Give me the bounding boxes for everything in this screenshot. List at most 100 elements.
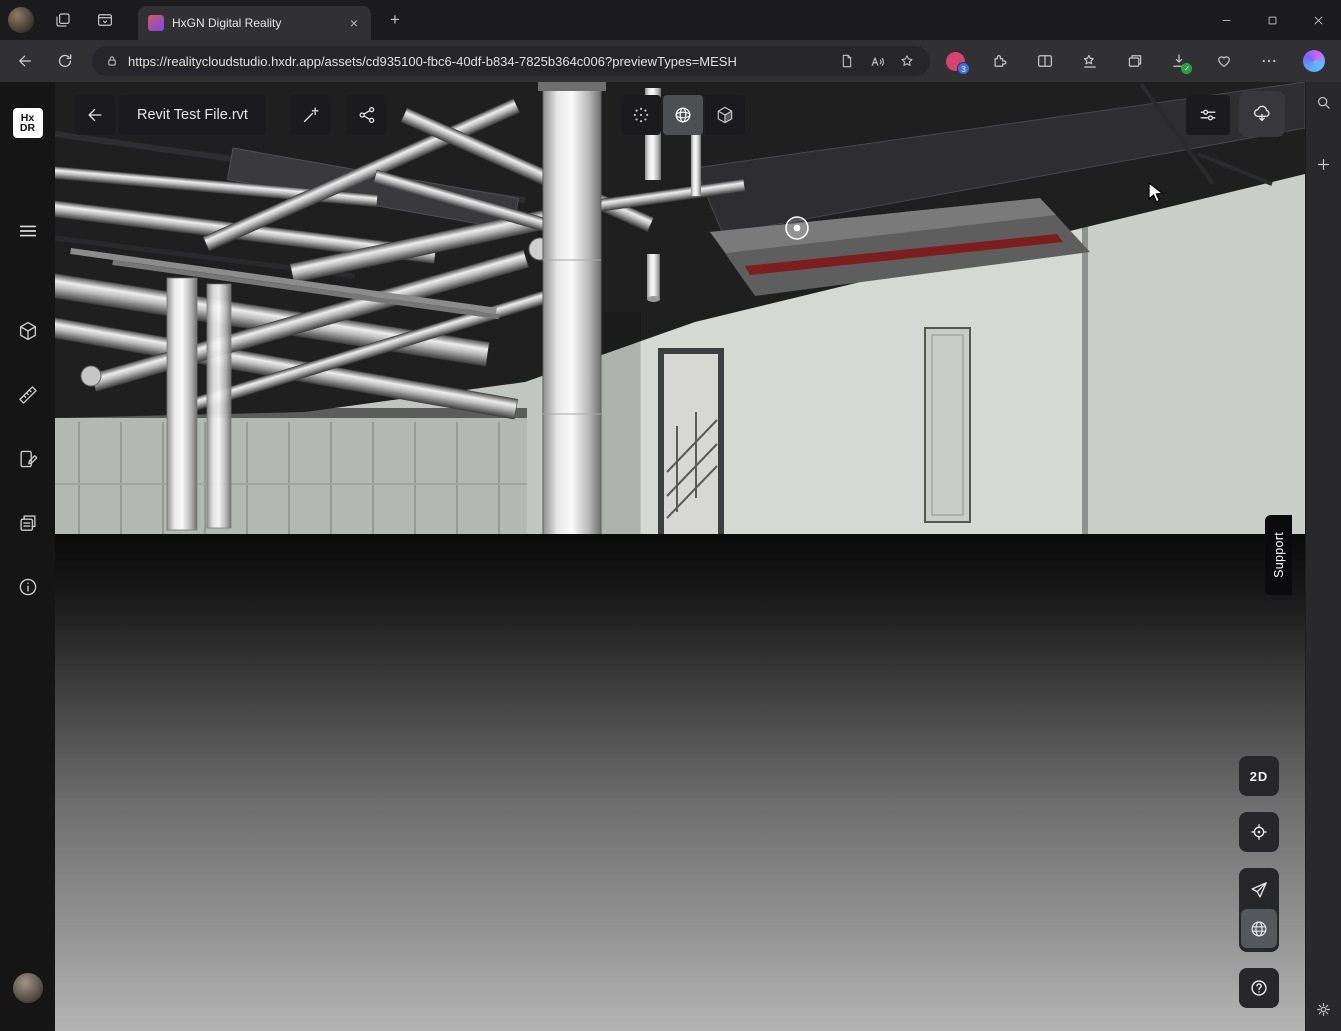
gear-icon <box>1315 1001 1332 1018</box>
favorite-star-button[interactable] <box>892 48 922 74</box>
info-icon <box>17 576 39 598</box>
view-mode-toggle <box>621 95 745 135</box>
hxdr-logo[interactable]: Hx DR <box>13 108 43 138</box>
textured-cube-icon <box>715 105 735 125</box>
page-actions-button[interactable] <box>832 48 862 74</box>
read-aloud-button[interactable] <box>862 48 892 74</box>
support-tab[interactable]: Support <box>1265 515 1292 595</box>
rewards-extension-button[interactable]: 3 <box>940 46 970 76</box>
orbit-mode-button[interactable] <box>1241 909 1277 948</box>
tab-title: HxGN Digital Reality <box>172 16 345 30</box>
favorites-button[interactable] <box>1075 46 1105 76</box>
file-title-chip: Revit Test File.rvt <box>119 95 266 135</box>
3d-viewport[interactable]: Revit Test File.rvt Support 2D <box>55 82 1305 1031</box>
paper-plane-icon <box>1249 880 1269 900</box>
browser-tab[interactable]: HxGN Digital Reality × <box>138 6 371 40</box>
window-minimize-button[interactable] <box>1203 0 1249 40</box>
menu-toggle-button[interactable] <box>13 216 43 246</box>
download-status-dot: ✓ <box>1181 63 1192 74</box>
refresh-icon <box>56 52 74 70</box>
sidebar-add-button[interactable] <box>1310 150 1338 178</box>
back-icon <box>16 52 34 70</box>
2d-label: 2D <box>1250 769 1269 784</box>
wand-icon <box>301 105 321 125</box>
toolbar-extensions-area: 3 ✓ <box>940 46 1331 76</box>
heart-icon <box>1215 52 1233 70</box>
read-aloud-icon <box>869 53 886 70</box>
download-asset-button[interactable] <box>1239 91 1285 137</box>
split-screen-button[interactable] <box>1030 46 1060 76</box>
sidebar-search-button[interactable] <box>1310 88 1338 116</box>
more-tools-button[interactable] <box>1254 46 1284 76</box>
mesh-icon <box>673 105 693 125</box>
page-content: Hx DR <box>0 82 1341 1031</box>
downloads-button[interactable]: ✓ <box>1164 46 1194 76</box>
point-cloud-icon <box>631 105 651 125</box>
bim-model-canvas[interactable] <box>55 82 1305 1031</box>
browser-back-button[interactable] <box>8 44 42 78</box>
viewer-back-button[interactable] <box>75 95 115 135</box>
share-button[interactable] <box>347 95 387 135</box>
help-button[interactable] <box>1239 968 1279 1008</box>
tab-close-icon[interactable]: × <box>345 14 363 32</box>
workspaces-button[interactable] <box>50 7 76 33</box>
edge-sidebar <box>1305 82 1341 1031</box>
sidebar-item-annotations[interactable] <box>11 442 45 476</box>
locate-icon <box>1249 822 1269 842</box>
wand-tool-button[interactable] <box>291 95 331 135</box>
browser-profile-avatar[interactable] <box>8 7 34 33</box>
new-tab-button[interactable]: + <box>381 6 409 34</box>
close-icon <box>1311 13 1326 28</box>
window-maximize-button[interactable] <box>1249 0 1295 40</box>
fly-mode-button[interactable] <box>1241 870 1277 909</box>
cloud-download-icon <box>1252 104 1272 124</box>
url-text[interactable]: https://realitycloudstudio.hxdr.app/asse… <box>128 54 832 69</box>
document-icon <box>839 53 855 69</box>
view-mode-pointcloud-button[interactable] <box>621 95 661 135</box>
extensions-button[interactable] <box>985 46 1015 76</box>
sidebar-item-assets[interactable] <box>11 314 45 348</box>
minimize-icon <box>1219 13 1234 28</box>
hover-point-marker <box>786 217 808 239</box>
view-mode-textured-button[interactable] <box>705 95 745 135</box>
browser-titlebar: HxGN Digital Reality × + <box>0 0 1341 40</box>
copilot-icon <box>1303 50 1325 72</box>
logo-line2: DR <box>20 123 35 133</box>
collections-button[interactable] <box>1120 46 1150 76</box>
globe-icon <box>1249 919 1269 939</box>
collections-icon <box>1126 52 1144 70</box>
address-bar[interactable]: https://realitycloudstudio.hxdr.app/asse… <box>92 46 930 76</box>
more-icon <box>1260 52 1278 70</box>
share-icon <box>357 105 377 125</box>
view-mode-mesh-button[interactable] <box>663 95 703 135</box>
ruler-icon <box>17 384 39 406</box>
navigation-mode-group <box>1239 868 1279 952</box>
star-icon <box>899 53 915 69</box>
locate-button[interactable] <box>1239 812 1279 852</box>
view-2d-button[interactable]: 2D <box>1239 756 1279 796</box>
tab-actions-button[interactable] <box>92 7 118 33</box>
back-icon <box>85 105 105 125</box>
browser-essentials-button[interactable] <box>1209 46 1239 76</box>
sidebar-item-measure[interactable] <box>11 378 45 412</box>
settings-gear-button[interactable] <box>1310 995 1338 1023</box>
help-icon <box>1249 978 1269 998</box>
render-settings-button[interactable] <box>1186 95 1230 135</box>
layers-icon <box>17 512 39 534</box>
sidebar-item-reports[interactable] <box>11 506 45 540</box>
split-screen-icon <box>1036 52 1054 70</box>
window-controls <box>1203 0 1341 40</box>
copilot-button[interactable] <box>1299 46 1329 76</box>
workspaces-icon <box>54 11 72 29</box>
sidebar-item-info[interactable] <box>11 570 45 604</box>
window-close-button[interactable] <box>1295 0 1341 40</box>
site-lock-icon[interactable] <box>105 54 119 68</box>
browser-refresh-button[interactable] <box>48 44 82 78</box>
support-label: Support <box>1272 532 1286 578</box>
user-avatar[interactable] <box>13 973 43 1003</box>
plus-icon <box>1315 156 1332 173</box>
file-title: Revit Test File.rvt <box>137 107 248 123</box>
sliders-icon <box>1198 105 1218 125</box>
browser-toolbar: https://realitycloudstudio.hxdr.app/asse… <box>0 40 1341 82</box>
app-sidebar: Hx DR <box>0 82 55 1031</box>
